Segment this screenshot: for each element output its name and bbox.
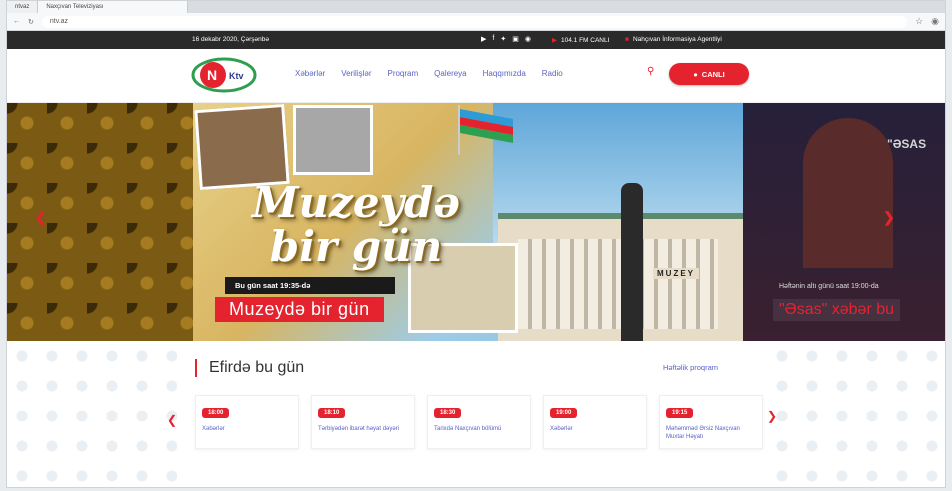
- search-icon[interactable]: ⚲: [647, 66, 654, 77]
- agency-link[interactable]: ■ Nahçıvan İnformasiya Agentliyi: [625, 36, 722, 43]
- svg-text:Ktv: Ktv: [229, 71, 244, 81]
- radio-label: 104.1 FM CANLI: [561, 36, 610, 44]
- schedule-section: Efirdə bu gün Həftəlik proqram ❮ 18:00 X…: [7, 341, 945, 487]
- slider-prev-icon[interactable]: ❮: [35, 209, 47, 226]
- schedule-item-name: Tarixdə Naxçıvan bölümü: [434, 426, 502, 432]
- next-slide-caption: Həftənin altı günü saat 19:00-da: [779, 283, 879, 290]
- schedule-title: Efirdə bu gün: [195, 359, 304, 377]
- next-slide-logo-text: "ƏSAS: [887, 137, 927, 151]
- main-navigation: N Ktv Xəbərlər Verilişlər Proqram Qalere…: [7, 49, 945, 103]
- schedule-item-name: Xəbərlər: [202, 426, 225, 432]
- schedule-item-time: 18:10: [318, 408, 346, 418]
- menu-item-xeberler[interactable]: Xəbərlər: [295, 69, 325, 78]
- slide-time: Bu gün saat 19:35-də: [225, 277, 395, 294]
- address-bar: ← ↻ ntv.az ☆ ◉: [7, 13, 945, 31]
- tab-active[interactable]: Naxçıvan Televiziyası: [38, 1, 189, 13]
- top-info-bar: 16 dekabr 2020, Çərşənbə ▶ f ✦ ▣ ◉ ▶ 104…: [7, 31, 945, 49]
- schedule-item[interactable]: 18:10 Tərbiyədən ibarət həyat dəyəri: [311, 395, 415, 449]
- next-slide-preview[interactable]: "ƏSAS Həftənin altı günü saat 19:00-da "…: [743, 103, 945, 341]
- current-date: 16 dekabr 2020, Çərşənbə: [192, 36, 269, 43]
- decorative-pattern-right: [767, 341, 945, 487]
- schedule-prev-icon[interactable]: ❮: [167, 413, 177, 427]
- schedule-item[interactable]: 18:00 Xəbərlər: [195, 395, 299, 449]
- schedule-item-time: 18:30: [434, 408, 462, 418]
- radio-live-link[interactable]: ▶ 104.1 FM CANLI: [552, 36, 610, 45]
- menu-item-verilisler[interactable]: Verilişlər: [341, 69, 371, 78]
- schedule-next-icon[interactable]: ❯: [767, 409, 777, 423]
- account-icon[interactable]: ◉: [931, 16, 939, 27]
- museum-sign: MUZEY: [653, 268, 699, 279]
- slide-title-line2: bir gün: [269, 222, 443, 271]
- schedule-item[interactable]: 19:15 Məhəmməd Ərsiz Naxçıvan Muxtar Həy…: [659, 395, 763, 449]
- reload-icon[interactable]: ↻: [28, 18, 34, 26]
- schedule-cards: 18:00 Xəbərlər 18:10 Tərbiyədən ibarət h…: [195, 395, 763, 449]
- live-button[interactable]: ● CANLI: [669, 63, 749, 85]
- svg-text:N: N: [207, 67, 217, 83]
- slide-title-line1: Muzeydə: [251, 178, 461, 227]
- social-links: ▶ f ✦ ▣ ◉: [481, 35, 531, 43]
- hero-slider: ❮ MUZEY Muzeydə bir gün Bu gün saat 19:3…: [7, 103, 945, 341]
- menu-items: Xəbərlər Verilişlər Proqram Qalereya Haq…: [295, 69, 563, 78]
- ntv-logo[interactable]: N Ktv: [191, 55, 257, 95]
- flag-icon: ■: [625, 36, 629, 43]
- menu-item-qalereya[interactable]: Qalereya: [434, 69, 466, 78]
- decorative-pattern-left: [7, 341, 177, 487]
- tab-bar: ntvaz Naxçıvan Televiziyası: [7, 1, 945, 13]
- menu-item-haqqimizda[interactable]: Haqqımızda: [483, 69, 526, 78]
- instagram-icon[interactable]: ▣: [512, 35, 519, 43]
- slide-show-name: Muzeydə bir gün: [215, 297, 384, 322]
- tab-first[interactable]: ntvaz: [7, 1, 39, 13]
- live-label: CANLI: [701, 69, 725, 79]
- menu-item-radio[interactable]: Radio: [542, 69, 563, 78]
- star-icon[interactable]: ☆: [915, 16, 923, 27]
- statue-image: [621, 183, 643, 341]
- presenter-image: [803, 118, 893, 268]
- url-field[interactable]: ntv.az: [41, 15, 908, 28]
- schedule-item-time: 19:00: [550, 408, 578, 418]
- schedule-item[interactable]: 18:30 Tarixdə Naxçıvan bölümü: [427, 395, 531, 449]
- globe-icon[interactable]: ◉: [525, 35, 531, 43]
- fortress-photo: [293, 105, 373, 175]
- live-dot-icon: ●: [693, 69, 698, 79]
- agency-label: Nahçıvan İnformasiya Agentliyi: [632, 36, 722, 43]
- youtube-icon[interactable]: ▶: [481, 35, 486, 43]
- schedule-item-name: Tərbiyədən ibarət həyat dəyəri: [318, 426, 400, 432]
- current-slide[interactable]: MUZEY Muzeydə bir gün Bu gün saat 19:35-…: [193, 103, 743, 341]
- schedule-item-time: 19:15: [666, 408, 694, 418]
- facebook-icon[interactable]: f: [492, 35, 494, 43]
- schedule-item[interactable]: 19:00 Xəbərlər: [543, 395, 647, 449]
- slider-next-icon[interactable]: ❯: [883, 209, 895, 226]
- menu-item-proqram[interactable]: Proqram: [387, 69, 418, 78]
- schedule-item-name: Məhəmməd Ərsiz Naxçıvan Muxtar Həyatı: [666, 426, 740, 440]
- play-icon: ▶: [552, 37, 557, 44]
- schedule-item-time: 18:00: [202, 408, 230, 418]
- back-icon[interactable]: ←: [13, 18, 20, 25]
- azerbaijan-flag-image: [458, 105, 513, 155]
- twitter-icon[interactable]: ✦: [500, 35, 506, 43]
- slide-title: Muzeydə bir gün: [241, 181, 471, 269]
- weekly-program-link[interactable]: Həftəlik proqram: [663, 363, 718, 372]
- browser-window: ntvaz Naxçıvan Televiziyası ← ↻ ntv.az ☆…: [6, 0, 946, 488]
- schedule-item-name: Xəbərlər: [550, 426, 573, 432]
- next-slide-title: "Əsas" xəbər bu: [773, 299, 901, 321]
